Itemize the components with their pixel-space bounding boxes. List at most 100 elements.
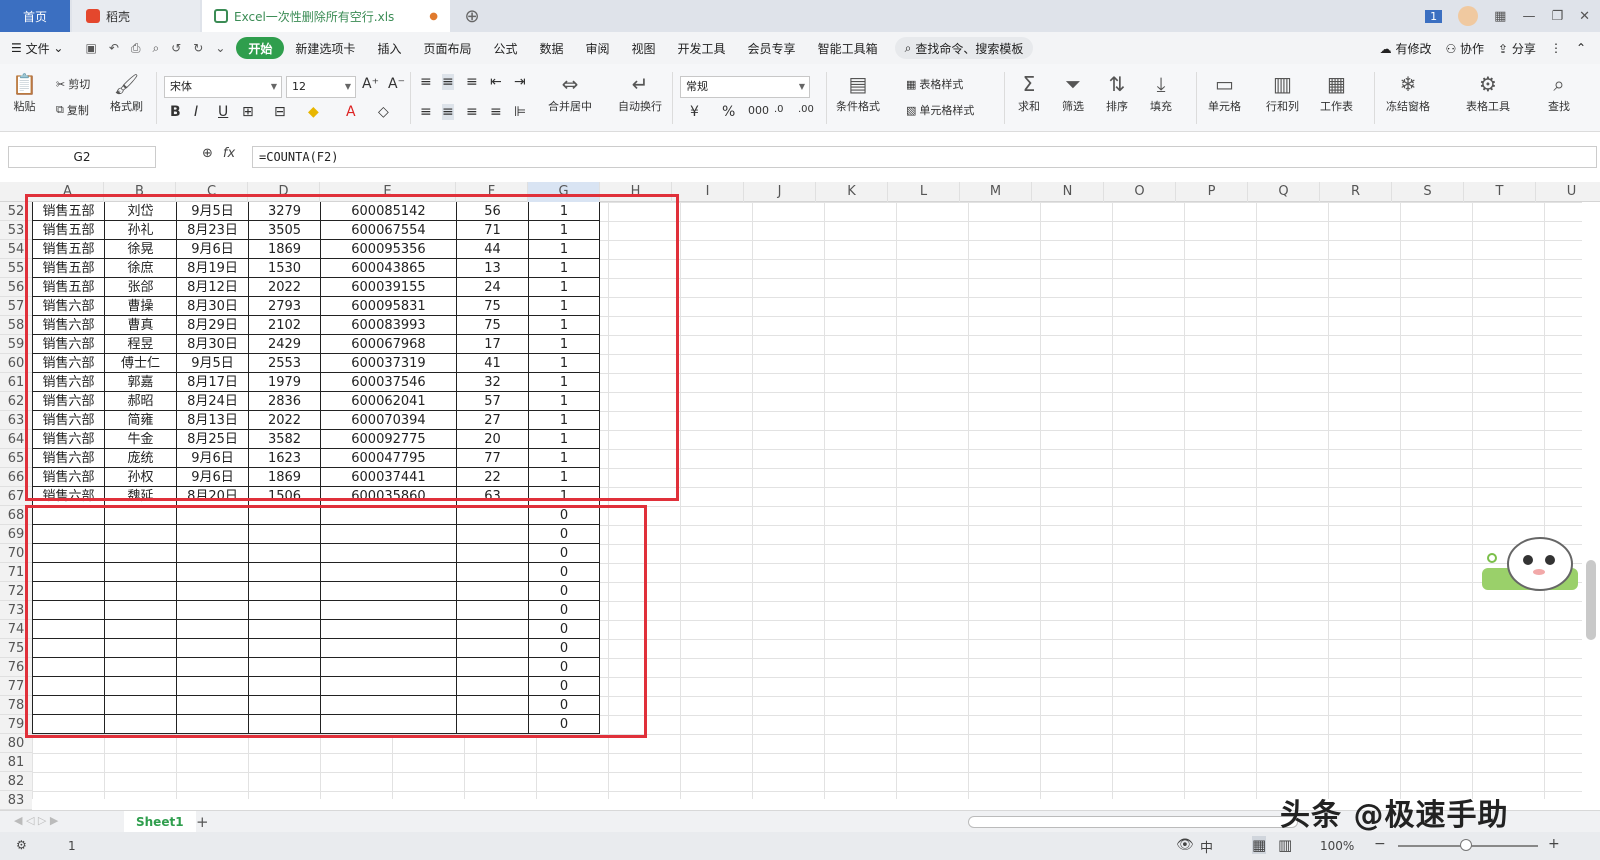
save-icon[interactable]: ▣	[85, 41, 96, 55]
zoom-level[interactable]: 100%	[1320, 839, 1354, 853]
align-top-icon[interactable]: ≡	[420, 74, 432, 90]
mascot-icon[interactable]	[1482, 530, 1582, 602]
page-view-icon[interactable]: ▥	[1278, 836, 1292, 854]
macro-icon[interactable]: ⚙	[16, 838, 27, 852]
normal-view-icon[interactable]: ▦	[1252, 836, 1267, 854]
font-select[interactable]: 宋体 ▼	[164, 76, 282, 98]
fill-color-icon[interactable]: ◆	[308, 104, 319, 120]
cut-button[interactable]: ✂ 剪切	[56, 76, 90, 92]
horizontal-scrollbar[interactable]	[968, 816, 1298, 828]
column-header-m[interactable]: M	[960, 182, 1032, 202]
tab-daoke[interactable]: 稻壳	[72, 0, 200, 32]
strikethrough-icon[interactable]: ⊟	[274, 104, 286, 120]
increase-font-icon[interactable]: A⁺	[362, 76, 379, 92]
align-center-icon[interactable]: ≡	[442, 104, 454, 120]
file-menu[interactable]: ☰ 文件 ⌄	[0, 37, 74, 59]
font-size-select[interactable]: 12 ▼	[286, 76, 356, 98]
zoom-in-icon[interactable]: +	[1548, 836, 1560, 852]
more-icon[interactable]: ⌄	[215, 41, 225, 55]
sort-button[interactable]: ⇅ 排序	[1106, 70, 1128, 114]
column-header-i[interactable]: I	[672, 182, 744, 202]
find-button[interactable]: ⌕ 查找	[1548, 70, 1570, 114]
menu-view[interactable]: 视图	[621, 37, 667, 59]
column-header-l[interactable]: L	[888, 182, 960, 202]
indent-decrease-icon[interactable]: ⇤	[490, 74, 502, 90]
indent-increase-icon[interactable]: ⇥	[514, 74, 526, 90]
sheet-button[interactable]: ▦ 工作表	[1320, 70, 1353, 114]
sum-button[interactable]: Σ 求和	[1018, 70, 1040, 114]
column-header-t[interactable]: T	[1464, 182, 1536, 202]
decrease-decimal-icon[interactable]: .00	[798, 104, 814, 115]
sheet-nav-icon[interactable]: ◀ ◁ ▷ ▶	[14, 814, 58, 827]
menu-start[interactable]: 开始	[236, 37, 285, 59]
font-color-icon[interactable]: A	[346, 104, 356, 120]
row-header[interactable]: 81	[0, 753, 32, 772]
has-changes-button[interactable]: ☁ 有修改	[1380, 40, 1432, 57]
add-sheet-button[interactable]: +	[196, 811, 209, 833]
new-tab-button[interactable]: ⊕	[460, 0, 484, 32]
zoom-formula-icon[interactable]: ⊕	[202, 146, 213, 161]
more-options-icon[interactable]: ⋮	[1550, 41, 1562, 55]
paste-button[interactable]: 📋 粘贴	[12, 70, 37, 114]
border-icon[interactable]: ⊞	[242, 104, 254, 120]
conditional-format-button[interactable]: ▤ 条件格式	[836, 70, 880, 114]
align-bottom-icon[interactable]: ≡	[466, 74, 478, 90]
menu-data[interactable]: 数据	[528, 37, 574, 59]
wrap-text-button[interactable]: ↵ 自动换行	[618, 70, 662, 114]
column-header-j[interactable]: J	[744, 182, 816, 202]
zoom-slider-thumb[interactable]	[1460, 839, 1472, 851]
percent-icon[interactable]: %	[722, 104, 735, 120]
align-middle-icon[interactable]: ≡	[442, 74, 454, 90]
menu-smart-tools[interactable]: 智能工具箱	[807, 37, 889, 59]
menu-new-tab[interactable]: 新建选项卡	[284, 37, 366, 59]
name-box[interactable]: G2	[8, 146, 156, 168]
vertical-scrollbar[interactable]	[1586, 560, 1596, 640]
number-format-select[interactable]: 常规 ▼	[680, 76, 810, 98]
align-right-icon[interactable]: ≡	[466, 104, 478, 120]
thousands-icon[interactable]: 000	[748, 104, 769, 117]
cell-style-button[interactable]: ▧ 单元格样式	[906, 102, 974, 118]
row-col-button[interactable]: ▥ 行和列	[1266, 70, 1299, 114]
menu-review[interactable]: 审阅	[575, 37, 621, 59]
cell-button[interactable]: ▭ 单元格	[1208, 70, 1241, 114]
column-header-u[interactable]: U	[1536, 182, 1600, 202]
zoom-out-icon[interactable]: −	[1374, 836, 1386, 852]
table-style-button[interactable]: ▦ 表格样式	[906, 76, 963, 92]
print-icon[interactable]: ⎙	[131, 41, 141, 56]
bold-icon[interactable]: B	[170, 104, 181, 120]
menu-page-layout[interactable]: 页面布局	[412, 37, 482, 59]
filter-button[interactable]: ⏷ 筛选	[1062, 70, 1084, 114]
column-header-p[interactable]: P	[1176, 182, 1248, 202]
collab-button[interactable]: ⚇ 协作	[1445, 40, 1484, 57]
column-header-o[interactable]: O	[1104, 182, 1176, 202]
restore-icon[interactable]: ❐	[1551, 9, 1563, 24]
tab-current-file[interactable]: Excel一次性删除所有空行.xls ●	[202, 0, 450, 32]
input-method-icon[interactable]: 中	[1200, 837, 1213, 856]
command-search[interactable]: ⌕ 查找命令、搜索模板	[894, 37, 1034, 59]
justify-icon[interactable]: ≡	[490, 104, 502, 120]
increase-decimal-icon[interactable]: .0	[774, 104, 784, 115]
distribute-icon[interactable]: ⊫	[514, 104, 526, 120]
format-painter-button[interactable]: 🖌 格式刷	[110, 70, 143, 114]
sheet-tab[interactable]: Sheet1	[124, 811, 196, 833]
column-header-n[interactable]: N	[1032, 182, 1104, 202]
preview-icon[interactable]: ⌕	[152, 41, 159, 56]
column-header-r[interactable]: R	[1320, 182, 1392, 202]
redo-icon[interactable]: ↻	[193, 41, 203, 55]
row-header[interactable]: 83	[0, 791, 32, 810]
tab-home[interactable]: 首页	[0, 0, 70, 32]
eye-icon[interactable]: 👁	[1176, 837, 1194, 853]
menu-insert[interactable]: 插入	[366, 37, 412, 59]
row-header[interactable]: 82	[0, 772, 32, 791]
column-header-k[interactable]: K	[816, 182, 888, 202]
italic-icon[interactable]: I	[194, 104, 198, 120]
column-header-s[interactable]: S	[1392, 182, 1464, 202]
menu-member[interactable]: 会员专享	[737, 37, 807, 59]
merge-center-button[interactable]: ⇔ 合并居中	[548, 70, 592, 114]
fill-button[interactable]: ⤓ 填充	[1150, 70, 1172, 114]
underline-icon[interactable]: U	[218, 104, 228, 120]
table-tools-button[interactable]: ⚙ 表格工具	[1466, 70, 1510, 114]
minimize-icon[interactable]: —	[1522, 9, 1535, 24]
fx-icon[interactable]: fx	[223, 146, 235, 161]
avatar[interactable]	[1458, 6, 1479, 26]
